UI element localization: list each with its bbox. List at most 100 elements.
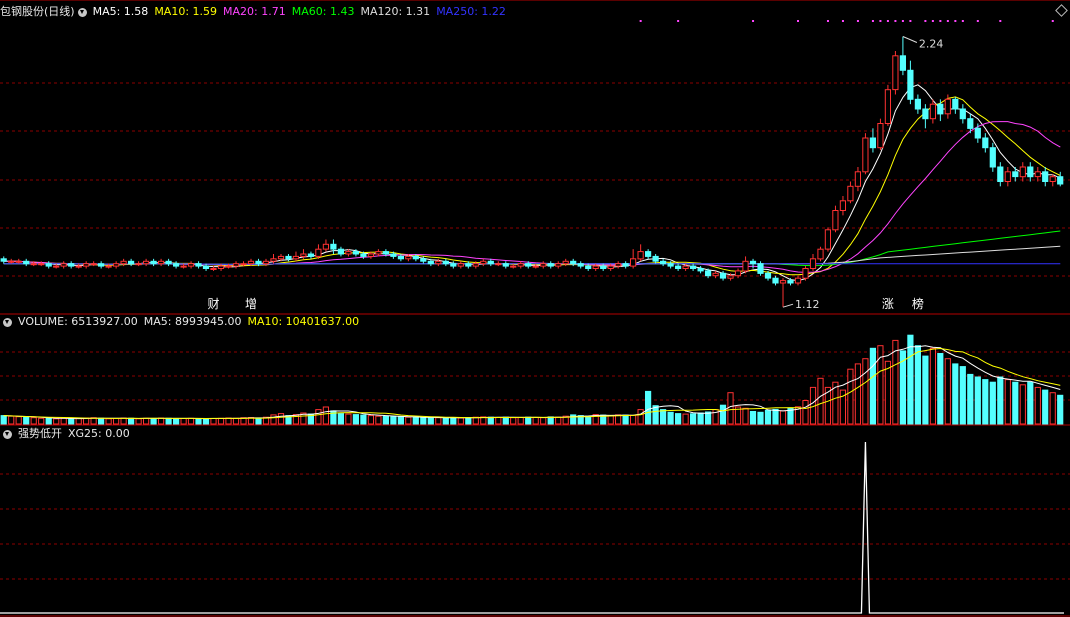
volume-bar <box>944 358 951 425</box>
top-signal-dot <box>871 20 874 22</box>
candle-body <box>637 251 644 260</box>
volume-bar <box>0 415 7 425</box>
low-pointer <box>782 303 794 308</box>
candle-body <box>38 263 45 266</box>
candle-body <box>352 251 359 255</box>
candle-body <box>997 166 1004 182</box>
candle-body <box>667 263 674 267</box>
ma10-label: MA10: 1.59 <box>154 5 218 18</box>
stock-name: 包钢股份 <box>0 5 44 18</box>
top-signal-dot <box>797 20 799 22</box>
volume-bar <box>959 366 966 425</box>
volume-bar <box>892 339 899 425</box>
volume-bar <box>555 416 562 425</box>
volume-bar <box>667 411 674 425</box>
candle-body <box>345 251 352 255</box>
volume-bar <box>337 413 344 425</box>
candle-body <box>375 251 382 255</box>
candle-body <box>749 260 757 265</box>
settings-circle-icon[interactable] <box>77 7 87 17</box>
candle-body <box>0 258 7 262</box>
volume-bar <box>660 409 667 425</box>
volume-bar <box>150 418 157 425</box>
top-signal-dot <box>886 20 889 22</box>
volume-bar <box>187 417 195 425</box>
volume-bar <box>779 410 787 425</box>
candle-body <box>600 265 607 270</box>
volume-bar <box>420 417 427 425</box>
candle-body <box>83 263 90 267</box>
candle-body <box>690 265 697 270</box>
candle-body <box>734 270 742 277</box>
candle-body <box>607 265 614 270</box>
candle-body <box>787 280 794 284</box>
candle-body <box>1004 171 1011 183</box>
candle-body <box>173 263 180 267</box>
candle-body <box>128 260 135 265</box>
volume-bar <box>105 418 112 425</box>
candle-body <box>622 263 629 267</box>
candle-body <box>480 260 487 265</box>
candle-body <box>675 265 682 270</box>
candle-body <box>772 277 779 284</box>
candle-body <box>165 260 172 265</box>
indicator-settings-icon[interactable] <box>3 429 12 439</box>
candle-body <box>592 265 599 270</box>
volume-bar <box>929 347 936 425</box>
event-marker: 财 <box>208 297 220 311</box>
candle-body <box>240 263 247 266</box>
volume-bar <box>847 368 854 425</box>
volume-bar <box>532 417 539 425</box>
candle-body <box>1049 176 1056 182</box>
volume-bar <box>53 418 60 425</box>
candle-body <box>854 171 861 187</box>
volume-value: VOLUME: 6513927.00 <box>18 315 138 328</box>
volume-ma10: MA10: 10401637.00 <box>247 315 360 328</box>
volume-bar <box>622 414 629 425</box>
ma5-label: MA5: 1.58 <box>92 5 149 18</box>
candle-body <box>1019 166 1026 178</box>
volume-bar <box>15 416 22 425</box>
candle-body <box>794 277 802 284</box>
volume-bar <box>675 413 682 425</box>
volume-bar <box>952 363 959 425</box>
xg25-signal-line <box>0 441 1064 614</box>
volume-bar <box>277 413 285 425</box>
candle-body <box>285 255 292 260</box>
candle-body <box>802 268 809 279</box>
volume-bar <box>742 407 749 425</box>
volume-bar <box>997 376 1004 425</box>
candle-body <box>120 260 127 265</box>
volume-bar <box>195 418 202 425</box>
volume-bar <box>502 416 509 425</box>
candle-body <box>427 260 434 265</box>
ma120-label: MA120: 1.31 <box>360 5 431 18</box>
candle-body <box>15 260 22 263</box>
candle-body <box>225 265 232 268</box>
high-pointer <box>902 36 918 43</box>
candle-body <box>412 255 419 260</box>
candle-body <box>382 251 389 255</box>
candle-body <box>982 137 989 149</box>
candle-body <box>457 263 464 267</box>
volume-bar <box>690 413 697 425</box>
top-signal-dot <box>924 20 927 22</box>
top-signal-dot <box>894 20 897 22</box>
candle-body <box>435 260 442 265</box>
candle-body <box>555 263 562 267</box>
volume-bar <box>817 377 824 425</box>
volume-bar <box>907 334 914 425</box>
volume-settings-icon[interactable] <box>3 317 12 327</box>
candle-body <box>779 280 787 284</box>
volume-bar <box>749 411 757 425</box>
candle-body <box>75 265 82 268</box>
ma20-label: MA20: 1.71 <box>223 5 286 18</box>
candle-body <box>45 263 52 267</box>
volume-bar <box>869 347 876 425</box>
candle-body <box>899 55 906 71</box>
volume-bar <box>427 417 434 425</box>
volume-bar <box>217 417 225 425</box>
event-marker: 增 <box>245 297 257 311</box>
top-signal-dot <box>961 20 964 22</box>
candle-body <box>757 263 764 274</box>
